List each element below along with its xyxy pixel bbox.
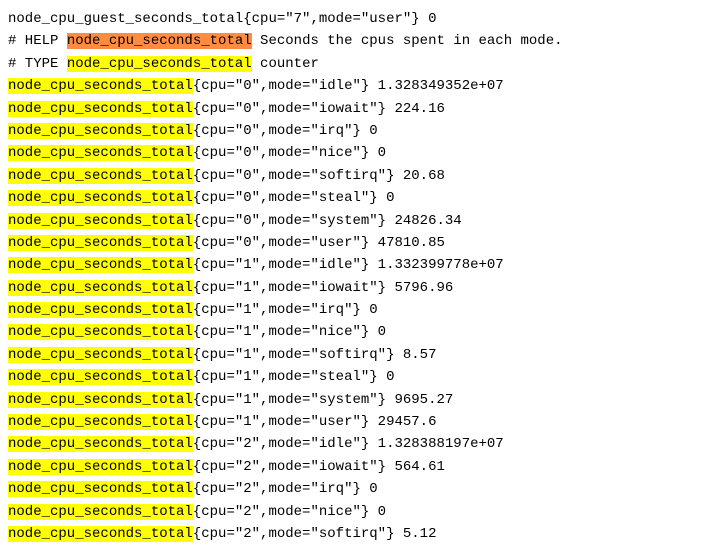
type-prefix: # TYPE [8,56,67,72]
guest-metric-line: node_cpu_guest_seconds_total{cpu="7",mod… [8,8,698,30]
metric-name: node_cpu_seconds_total [8,414,193,430]
metric-name: node_cpu_seconds_total [8,235,193,251]
metric-labels-value: {cpu="0",mode="system"} 24826.34 [193,213,462,229]
metric-line: node_cpu_seconds_total{cpu="0",mode="iow… [8,98,698,120]
metric-line: node_cpu_seconds_total{cpu="0",mode="idl… [8,75,698,97]
metric-labels-value: {cpu="1",mode="idle"} 1.332399778e+07 [193,257,504,273]
metric-name: node_cpu_seconds_total [8,324,193,340]
metric-labels-value: {cpu="1",mode="nice"} 0 [193,324,386,340]
metric-line: node_cpu_seconds_total{cpu="2",mode="nic… [8,501,698,523]
help-line: # HELP node_cpu_seconds_total Seconds th… [8,30,698,52]
metric-line: node_cpu_seconds_total{cpu="2",mode="irq… [8,478,698,500]
metric-name: node_cpu_seconds_total [8,101,193,117]
metric-line: node_cpu_seconds_total{cpu="0",mode="sys… [8,210,698,232]
metric-labels-value: {cpu="1",mode="irq"} 0 [193,302,378,318]
metric-labels-value: {cpu="0",mode="user"} 47810.85 [193,235,445,251]
metric-line: node_cpu_seconds_total{cpu="1",mode="use… [8,411,698,433]
metric-name: node_cpu_seconds_total [8,168,193,184]
metric-line: node_cpu_seconds_total{cpu="0",mode="use… [8,232,698,254]
metric-name: node_cpu_seconds_total [8,459,193,475]
metrics-output: node_cpu_guest_seconds_total{cpu="7",mod… [8,8,698,545]
metric-line: node_cpu_seconds_total{cpu="1",mode="idl… [8,254,698,276]
metric-line: node_cpu_seconds_total{cpu="1",mode="nic… [8,321,698,343]
metric-labels-value: {cpu="0",mode="irq"} 0 [193,123,378,139]
metric-line: node_cpu_seconds_total{cpu="0",mode="irq… [8,120,698,142]
guest-metric-suffix: {cpu="7",mode="user"} 0 [243,11,436,27]
metric-labels-value: {cpu="1",mode="iowait"} 5796.96 [193,280,453,296]
metric-line: node_cpu_seconds_total{cpu="2",mode="idl… [8,433,698,455]
metric-labels-value: {cpu="0",mode="nice"} 0 [193,145,386,161]
metric-labels-value: {cpu="1",mode="steal"} 0 [193,369,395,385]
metric-line: node_cpu_seconds_total{cpu="1",mode="iow… [8,277,698,299]
metric-name: node_cpu_seconds_total [8,78,193,94]
metric-name: node_cpu_seconds_total [8,302,193,318]
guest-metric-name: node_cpu_guest_seconds_total [8,11,243,27]
metric-name: node_cpu_seconds_total [8,257,193,273]
metric-name: node_cpu_seconds_total [8,369,193,385]
metric-name: node_cpu_seconds_total [8,123,193,139]
metric-name: node_cpu_seconds_total [8,280,193,296]
metric-name: node_cpu_seconds_total [8,347,193,363]
metric-line: node_cpu_seconds_total{cpu="1",mode="ste… [8,366,698,388]
help-text: Seconds the cpus spent in each mode. [252,33,563,49]
metric-labels-value: {cpu="2",mode="irq"} 0 [193,481,378,497]
metric-name: node_cpu_seconds_total [8,436,193,452]
metric-line: node_cpu_seconds_total{cpu="2",mode="iow… [8,456,698,478]
metric-line: node_cpu_seconds_total{cpu="0",mode="ste… [8,187,698,209]
type-line: # TYPE node_cpu_seconds_total counter [8,53,698,75]
metric-labels-value: {cpu="0",mode="steal"} 0 [193,190,395,206]
metric-line: node_cpu_seconds_total{cpu="1",mode="irq… [8,299,698,321]
metric-name: node_cpu_seconds_total [8,504,193,520]
type-value: counter [252,56,319,72]
metric-name: node_cpu_seconds_total [8,145,193,161]
metric-labels-value: {cpu="0",mode="iowait"} 224.16 [193,101,445,117]
metric-labels-value: {cpu="1",mode="user"} 29457.6 [193,414,437,430]
metric-line: node_cpu_seconds_total{cpu="0",mode="sof… [8,165,698,187]
metric-labels-value: {cpu="2",mode="nice"} 0 [193,504,386,520]
metric-labels-value: {cpu="1",mode="system"} 9695.27 [193,392,453,408]
metric-name: node_cpu_seconds_total [8,213,193,229]
metric-labels-value: {cpu="1",mode="softirq"} 8.57 [193,347,437,363]
metric-line: node_cpu_seconds_total{cpu="1",mode="sof… [8,344,698,366]
metric-name: node_cpu_seconds_total [8,392,193,408]
metric-labels-value: {cpu="2",mode="softirq"} 5.12 [193,526,437,542]
metric-labels-value: {cpu="0",mode="idle"} 1.328349352e+07 [193,78,504,94]
metric-name: node_cpu_seconds_total [8,481,193,497]
help-prefix: # HELP [8,33,67,49]
metric-name: node_cpu_seconds_total [8,190,193,206]
metric-name: node_cpu_seconds_total [8,526,193,542]
metric-line: node_cpu_seconds_total{cpu="0",mode="nic… [8,142,698,164]
metric-labels-value: {cpu="0",mode="softirq"} 20.68 [193,168,445,184]
help-metric-name: node_cpu_seconds_total [67,33,252,49]
metric-labels-value: {cpu="2",mode="idle"} 1.328388197e+07 [193,436,504,452]
type-metric-name: node_cpu_seconds_total [67,56,252,72]
metric-line: node_cpu_seconds_total{cpu="2",mode="sof… [8,523,698,545]
metric-line: node_cpu_seconds_total{cpu="1",mode="sys… [8,389,698,411]
metric-labels-value: {cpu="2",mode="iowait"} 564.61 [193,459,445,475]
